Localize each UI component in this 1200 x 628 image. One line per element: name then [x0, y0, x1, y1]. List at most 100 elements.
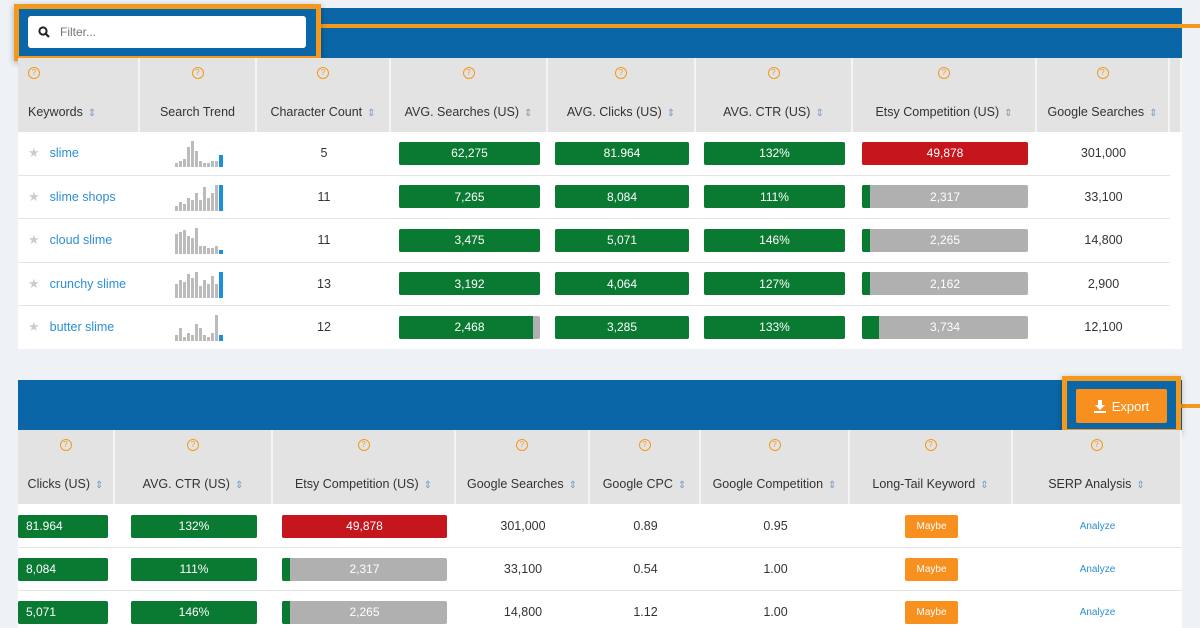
column-title: AVG. CTR (US)	[723, 105, 811, 119]
analyze-link[interactable]: Analyze	[1080, 521, 1116, 532]
analyze-link[interactable]: Analyze	[1080, 607, 1116, 618]
help-icon[interactable]: ?	[28, 67, 40, 79]
help-icon[interactable]: ?	[938, 67, 950, 79]
help-icon[interactable]: ?	[767, 67, 780, 79]
column-header[interactable]: ? Google Searches ⇕	[456, 430, 590, 504]
column-label: AVG. Searches (US) ⇕	[391, 105, 546, 119]
help-icon[interactable]: ?	[615, 67, 627, 79]
avg-searches-cell: 2,468	[391, 306, 548, 349]
column-header[interactable]: ? Etsy Competition (US) ⇕	[273, 430, 456, 504]
sort-icon[interactable]: ⇕	[980, 480, 988, 491]
help-icon[interactable]: ?	[59, 439, 72, 451]
keyword-link[interactable]: slime	[50, 146, 79, 160]
column-header[interactable]: ? Search Trend	[140, 58, 257, 132]
column-title: AVG. Clicks (US)	[566, 105, 662, 119]
sort-icon[interactable]: ⇕	[1149, 108, 1157, 119]
bar-value: 132%	[759, 146, 790, 161]
filter-input-box[interactable]	[28, 16, 306, 48]
sort-icon[interactable]: ⇕	[667, 108, 675, 119]
avg-ctr-bar: 146%	[703, 228, 846, 252]
sort-icon[interactable]: ⇕	[88, 108, 96, 119]
bar-value: 3,475	[454, 233, 485, 248]
avg-clicks-cell: 8,084	[548, 176, 696, 219]
serp-cell: Analyze	[1013, 505, 1182, 548]
column-header[interactable]: ? AVG. Clicks (US) ⇕	[548, 58, 696, 132]
filter-input[interactable]	[60, 25, 290, 39]
google-competition: 0.95	[701, 505, 850, 548]
column-header[interactable]: ? Long-Tail Keyword ⇕	[850, 430, 1013, 504]
trend-bar	[178, 202, 182, 211]
trend-bar	[178, 161, 182, 168]
help-icon[interactable]: ?	[187, 439, 199, 451]
character-count: 13	[257, 263, 391, 306]
column-header[interactable]: ? Clicks (US) ⇕	[18, 430, 115, 504]
trend-bar	[198, 285, 202, 298]
sort-icon[interactable]: ⇕	[367, 108, 375, 119]
help-icon[interactable]: ?	[516, 439, 528, 451]
column-title: AVG. CTR (US)	[142, 477, 230, 491]
column-header[interactable]: ? Google CPC ⇕	[590, 430, 701, 504]
column-header[interactable]: ? AVG. CTR (US) ⇕	[696, 58, 853, 132]
sort-icon[interactable]: ⇕	[424, 480, 432, 491]
analyze-link[interactable]: Analyze	[1080, 564, 1116, 575]
avg-clicks-bar: 4,064	[555, 272, 689, 296]
avg-ctr-bar: 133%	[703, 315, 846, 339]
sort-icon[interactable]: ⇕	[524, 108, 532, 119]
avg-ctr-bar: 111%	[130, 557, 258, 581]
keyword-link[interactable]: cloud slime	[50, 233, 113, 247]
column-header[interactable]: ? Etsy Competition (US) ⇕	[853, 58, 1037, 132]
avg-clicks-bar: 81.964	[555, 141, 689, 165]
star-icon[interactable]: ★	[28, 232, 40, 248]
export-button[interactable]: Export	[1076, 389, 1167, 423]
column-label: Google Searches ⇕	[1037, 105, 1168, 119]
column-header[interactable]: ? Keywords ⇕	[18, 58, 140, 132]
keyword-link[interactable]: slime shops	[50, 190, 116, 204]
sort-icon[interactable]: ⇕	[1004, 108, 1012, 119]
bottom-table-toolbar	[18, 380, 1182, 430]
sort-icon[interactable]: ⇕	[828, 480, 836, 491]
bar-value: 49,878	[926, 146, 964, 161]
help-icon[interactable]: ?	[1096, 67, 1109, 79]
avg-clicks-cell: 8,084	[18, 548, 115, 591]
help-icon[interactable]: ?	[638, 439, 651, 451]
trend-bar	[182, 159, 186, 168]
help-icon[interactable]: ?	[462, 67, 475, 79]
help-icon[interactable]: ?	[357, 439, 370, 451]
help-icon[interactable]: ?	[924, 439, 937, 451]
sort-icon[interactable]: ⇕	[678, 480, 686, 491]
column-header[interactable]: ? Character Count ⇕	[257, 58, 391, 132]
bar-value: 3,734	[929, 320, 961, 335]
etsy-competition-bar: 3,734	[862, 315, 1028, 339]
column-header[interactable]: ? AVG. Searches (US) ⇕	[391, 58, 548, 132]
bar-value: 111%	[760, 189, 789, 204]
sort-icon[interactable]: ⇕	[235, 480, 243, 491]
bar-value: 62,275	[451, 146, 488, 161]
keyword-link[interactable]: butter slime	[50, 320, 115, 334]
star-icon[interactable]: ★	[28, 145, 40, 161]
keyword-link[interactable]: crunchy slime	[50, 277, 126, 291]
trend-bar	[218, 184, 223, 211]
trend-bar	[174, 206, 178, 211]
google-cpc: 0.89	[590, 505, 701, 548]
help-icon[interactable]: ?	[1090, 439, 1103, 451]
sort-icon[interactable]: ⇕	[95, 480, 103, 491]
help-icon[interactable]: ?	[768, 439, 781, 451]
column-label: Google Competition ⇕	[701, 477, 848, 491]
trend-bar	[174, 163, 178, 168]
column-header[interactable]: ? AVG. CTR (US) ⇕	[115, 430, 273, 504]
column-header[interactable]: ? SERP Analysis ⇕	[1013, 430, 1182, 504]
sort-icon[interactable]: ⇕	[815, 108, 823, 119]
sort-icon[interactable]: ⇕	[569, 480, 577, 491]
sort-icon[interactable]: ⇕	[1136, 480, 1144, 491]
avg-ctr-cell: 132%	[115, 505, 273, 548]
star-icon[interactable]: ★	[28, 189, 40, 205]
help-icon[interactable]: ?	[317, 67, 329, 79]
column-header[interactable]: ? Google Searches ⇕	[1037, 58, 1170, 132]
google-searches: 33,100	[456, 548, 590, 591]
star-icon[interactable]: ★	[28, 276, 40, 292]
highlight-connector	[320, 24, 1200, 28]
help-icon[interactable]: ?	[191, 67, 204, 79]
star-icon[interactable]: ★	[28, 319, 40, 335]
etsy-competition-cell: 3,734	[853, 306, 1037, 349]
column-header[interactable]: ? Google Competition ⇕	[701, 430, 850, 504]
